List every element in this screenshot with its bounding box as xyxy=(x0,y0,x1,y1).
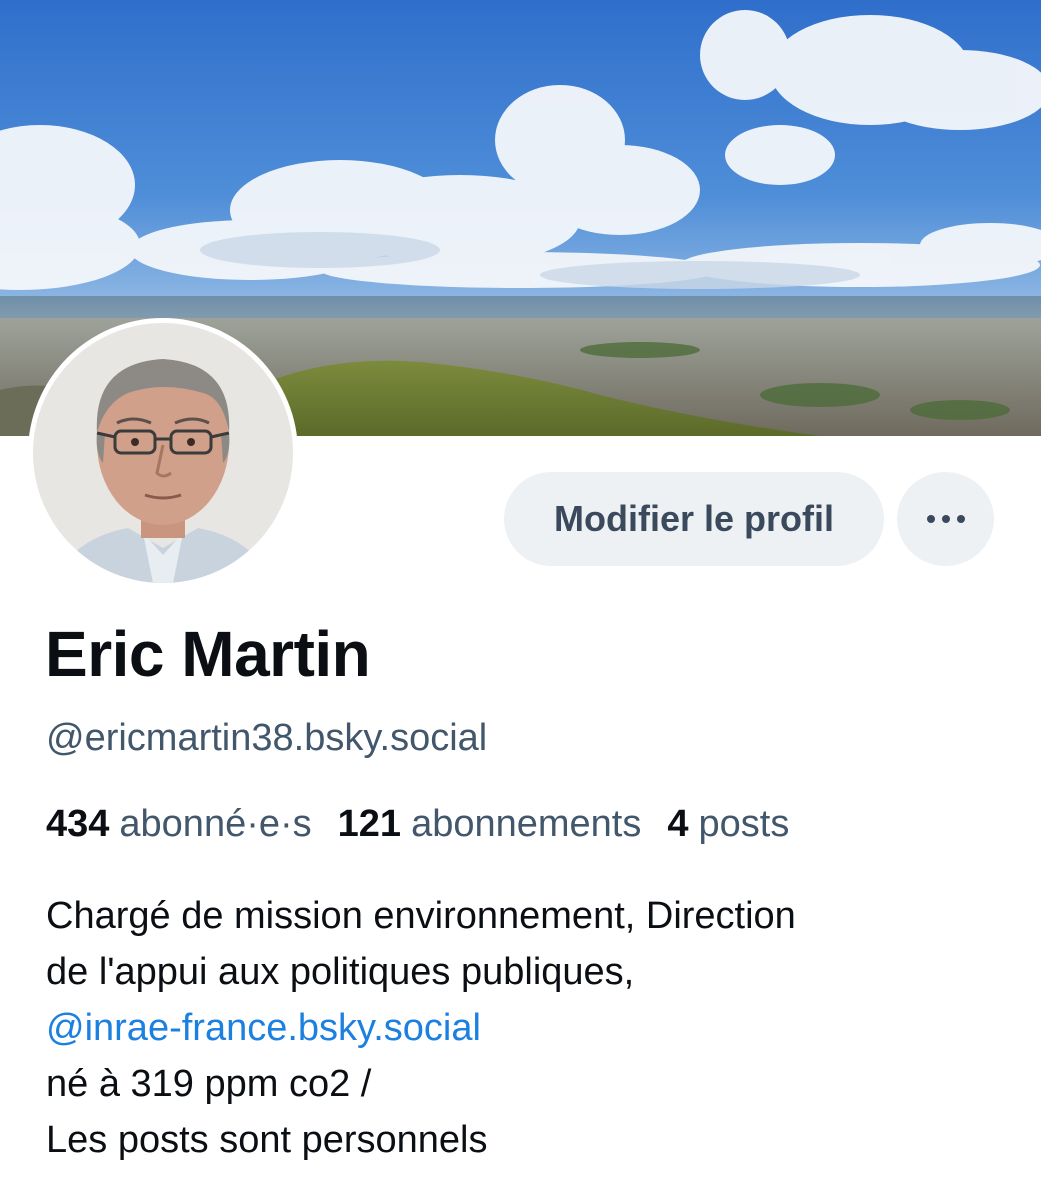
posts-label: posts xyxy=(698,803,790,845)
bio-line: Chargé de mission environnement, Directi… xyxy=(46,895,796,937)
edit-profile-button[interactable]: Modifier le profil xyxy=(504,472,884,566)
bio-line: de l'appui aux politiques publiques, xyxy=(46,951,635,993)
avatar[interactable] xyxy=(28,318,298,588)
following-stat[interactable]: 121 abonnements xyxy=(338,798,642,850)
following-label: abonnements xyxy=(411,803,642,845)
followers-stat[interactable]: 434 abonné·e·s xyxy=(46,798,312,850)
bio-line: Les posts sont personnels xyxy=(46,1119,488,1161)
following-count: 121 xyxy=(337,803,402,845)
ellipsis-horizontal-icon xyxy=(926,515,965,523)
posts-stat: 4 posts xyxy=(667,798,789,850)
handle: @ericmartin38.bsky.social xyxy=(46,717,488,759)
avatar-photo xyxy=(33,323,293,583)
profile-stats: 434 abonné·e·s 121 abonnements 4 posts xyxy=(46,798,815,850)
posts-count: 4 xyxy=(667,803,689,845)
followers-label: abonné·e·s xyxy=(119,803,312,845)
bio-line: né à 319 ppm co2 / xyxy=(46,1063,372,1105)
more-options-button[interactable] xyxy=(897,472,994,566)
followers-count: 434 xyxy=(46,803,110,845)
display-name: Eric Martin xyxy=(45,618,371,690)
bio-mention-link[interactable]: @inrae-france.bsky.social xyxy=(46,1000,1006,1056)
profile-bio: Chargé de mission environnement, Directi… xyxy=(46,888,1006,1168)
